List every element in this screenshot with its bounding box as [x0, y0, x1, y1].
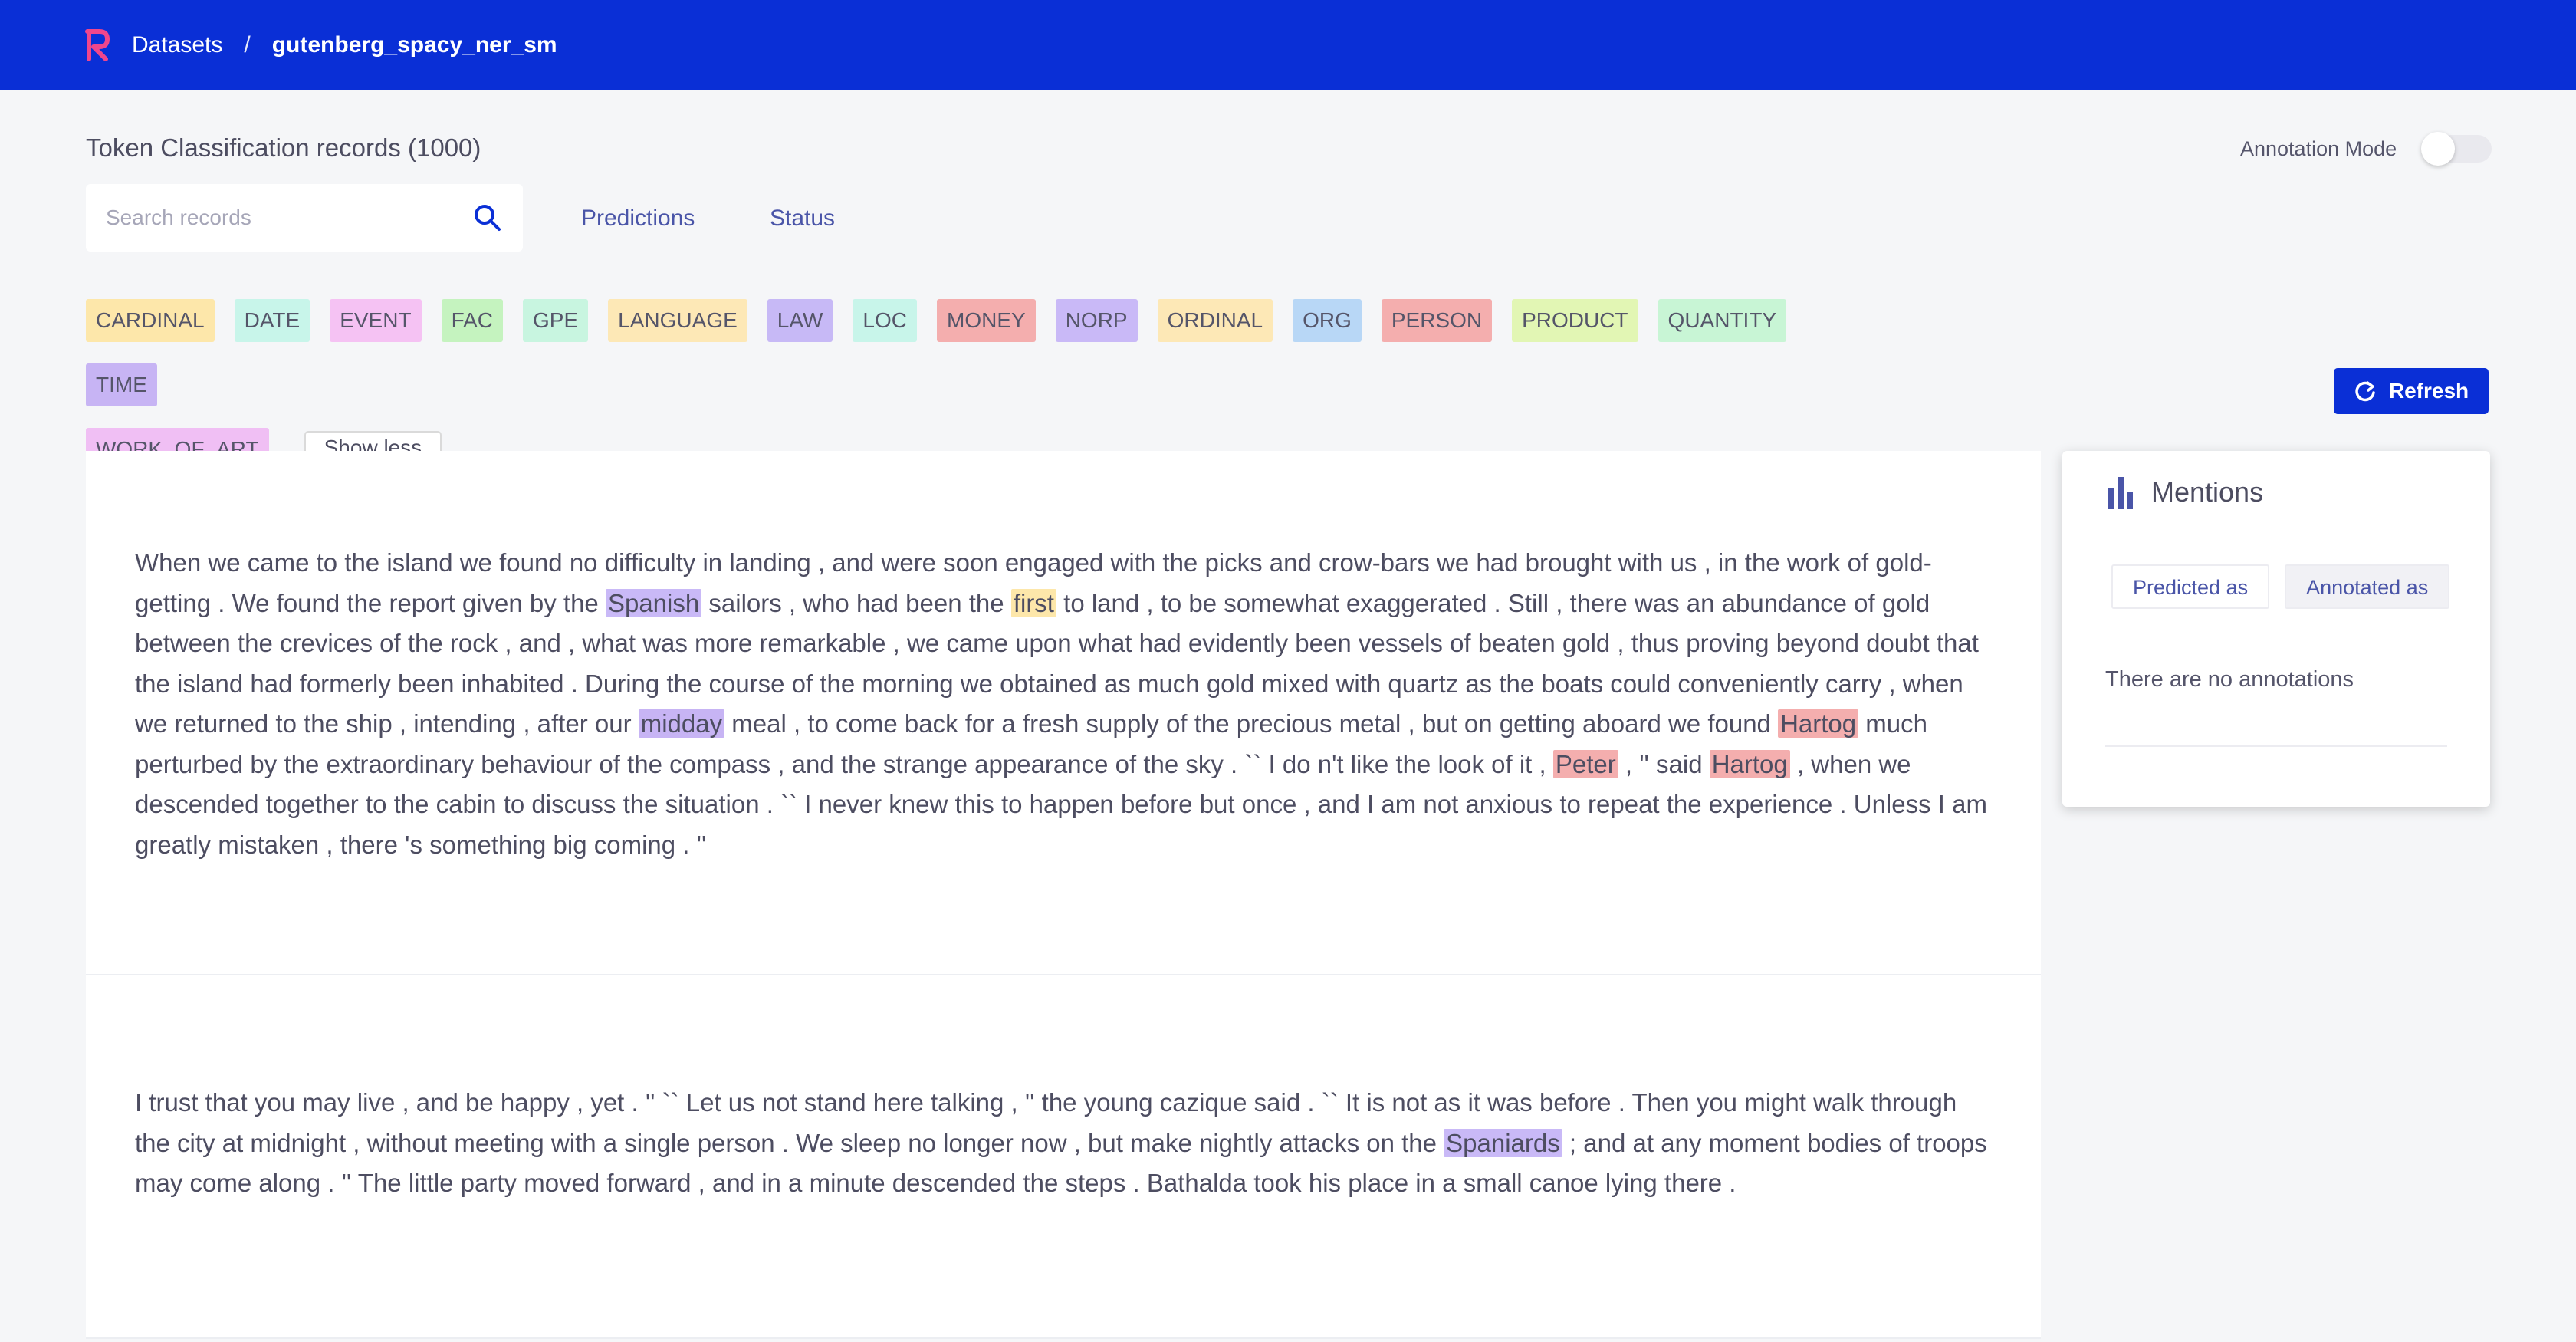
refresh-icon — [2355, 381, 2375, 402]
entity-tag-time: TIME — [86, 363, 157, 406]
entity-tag-ordinal: ORDINAL — [1157, 299, 1273, 342]
bar-chart-icon — [2108, 477, 2133, 509]
search-input[interactable] — [106, 206, 443, 230]
entity-mention-person[interactable]: Hartog — [1778, 709, 1859, 738]
mentions-panel: Mentions Predicted as Annotated as There… — [2062, 451, 2490, 807]
record-item[interactable]: When we came to the island we found no d… — [86, 451, 2041, 975]
entity-tag-product: PRODUCT — [1512, 299, 1638, 342]
entity-tag-date: DATE — [234, 299, 310, 342]
record-text: , '' said — [1618, 749, 1710, 778]
entity-mention-time[interactable]: midday — [638, 709, 725, 738]
entity-tag-loc: LOC — [853, 299, 917, 342]
search-icon[interactable] — [472, 202, 503, 233]
annotation-mode-label: Annotation Mode — [2240, 137, 2397, 160]
toggle-knob — [2421, 132, 2456, 166]
search-box — [86, 184, 523, 252]
tab-annotated-as[interactable]: Annotated as — [2285, 564, 2450, 609]
mentions-header: Mentions — [2108, 475, 2263, 509]
entity-mention-norp[interactable]: Spanish — [605, 588, 702, 617]
filter-predictions[interactable]: Predictions — [581, 206, 695, 232]
entity-mention-person[interactable]: Hartog — [1709, 749, 1790, 778]
breadcrumb-separator: / — [244, 32, 251, 58]
entity-tag-person: PERSON — [1381, 299, 1493, 342]
entity-tag-money: MONEY — [937, 299, 1036, 342]
entity-mention-norp[interactable]: Spaniards — [1444, 1128, 1562, 1157]
annotation-mode: Annotation Mode — [2240, 132, 2492, 166]
tab-predicted-as[interactable]: Predicted as — [2111, 564, 2270, 609]
entity-tag-fac: FAC — [441, 299, 504, 342]
record-text: sailors , who had been the — [702, 588, 1011, 617]
entity-tag-org: ORG — [1293, 299, 1362, 342]
entity-tag-law: LAW — [767, 299, 833, 342]
record-list: When we came to the island we found no d… — [86, 451, 2041, 1339]
filter-status[interactable]: Status — [770, 206, 835, 232]
annotation-mode-toggle[interactable] — [2421, 132, 2492, 166]
entity-mention-ordinal[interactable]: first — [1010, 588, 1056, 617]
entity-mention-person[interactable]: Peter — [1552, 749, 1618, 778]
empty-state-text: There are no annotations — [2105, 667, 2354, 692]
entity-tag-language: LANGUAGE — [608, 299, 748, 342]
record-item[interactable]: I trust that you may live , and be happy… — [86, 975, 2041, 1339]
entity-tag-quantity: QUANTITY — [1658, 299, 1787, 342]
entity-tag-norp: NORP — [1055, 299, 1138, 342]
breadcrumb-dataset-name: gutenberg_spacy_ner_sm — [271, 32, 557, 58]
record-text: meal , to come back for a fresh supply o… — [724, 709, 1779, 738]
refresh-label: Refresh — [2388, 379, 2469, 403]
page-title: Token Classification records (1000) — [86, 133, 481, 162]
rubrix-logo-icon[interactable] — [84, 28, 110, 62]
refresh-button[interactable]: Refresh — [2334, 368, 2489, 414]
entity-tag-cardinal: CARDINAL — [86, 299, 215, 342]
mentions-title: Mentions — [2151, 476, 2264, 508]
entity-tag-gpe: GPE — [523, 299, 589, 342]
mentions-tabs: Predicted as Annotated as — [2111, 564, 2465, 609]
top-bar: Datasets / gutenberg_spacy_ner_sm — [0, 0, 2576, 90]
entity-tag-event: EVENT — [330, 299, 422, 342]
divider — [2105, 745, 2447, 747]
breadcrumb-datasets[interactable]: Datasets — [132, 32, 222, 58]
